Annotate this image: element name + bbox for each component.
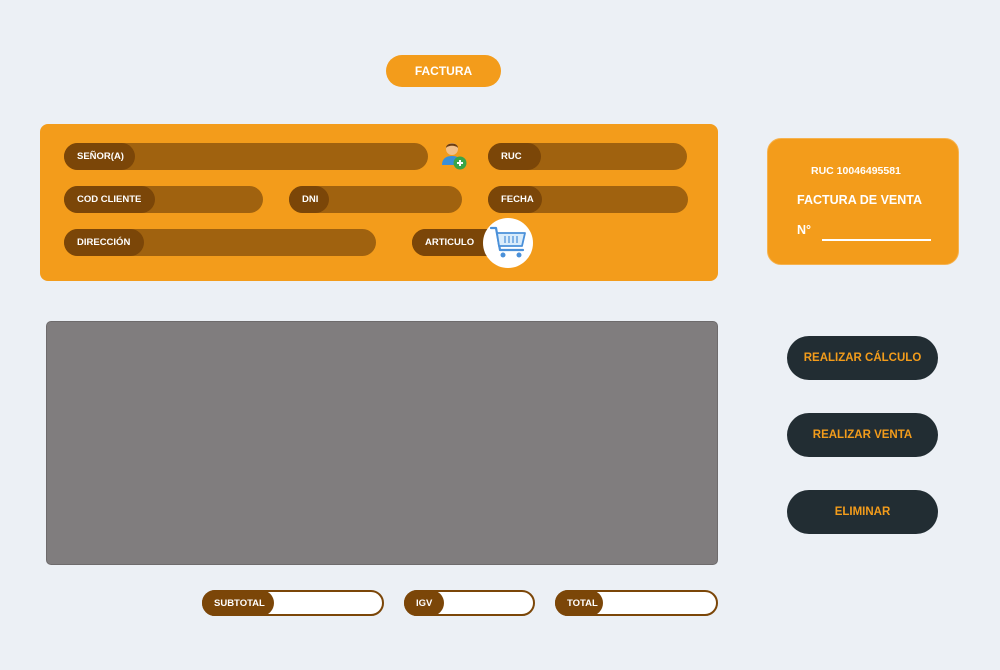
ruc-input[interactable] bbox=[543, 143, 687, 170]
invoice-type: FACTURA DE VENTA bbox=[797, 193, 922, 207]
dni-field[interactable]: DNI bbox=[289, 186, 462, 213]
subtotal-field[interactable]: SUBTOTAL bbox=[202, 590, 384, 616]
senor-field[interactable]: SEÑOR(A) bbox=[64, 143, 428, 170]
dni-input[interactable] bbox=[331, 186, 462, 213]
senor-label: SEÑOR(A) bbox=[64, 143, 135, 170]
fecha-field[interactable]: FECHA bbox=[488, 186, 688, 213]
ruc-field[interactable]: RUC bbox=[488, 143, 687, 170]
dni-label: DNI bbox=[289, 186, 329, 213]
total-input[interactable] bbox=[604, 592, 712, 614]
invoice-info-card: RUC 10046495581 FACTURA DE VENTA N° bbox=[767, 138, 959, 265]
subtotal-label: SUBTOTAL bbox=[202, 590, 274, 616]
subtotal-input[interactable] bbox=[278, 592, 378, 614]
cod-cliente-field[interactable]: COD CLIENTE bbox=[64, 186, 263, 213]
ruc-label: RUC bbox=[488, 143, 541, 170]
direccion-label: DIRECCIÓN bbox=[64, 229, 144, 256]
cod-cliente-input[interactable] bbox=[157, 186, 263, 213]
direccion-input[interactable] bbox=[146, 229, 376, 256]
add-user-icon[interactable] bbox=[438, 139, 468, 171]
client-form-panel: SEÑOR(A) RUC COD CLIENTE DNI FECHA DIREC… bbox=[40, 124, 718, 281]
page-title: FACTURA bbox=[386, 55, 501, 87]
fecha-label: FECHA bbox=[488, 186, 542, 213]
invoice-number-label: N° bbox=[797, 223, 812, 237]
shopping-cart-icon[interactable] bbox=[483, 218, 533, 268]
igv-label: IGV bbox=[404, 590, 444, 616]
total-label: TOTAL bbox=[555, 590, 603, 616]
igv-input[interactable] bbox=[447, 592, 529, 614]
senor-input[interactable] bbox=[138, 143, 428, 170]
cod-cliente-label: COD CLIENTE bbox=[64, 186, 155, 213]
calculate-button[interactable]: REALIZAR CÁLCULO bbox=[787, 336, 938, 380]
company-ruc: RUC 10046495581 bbox=[811, 165, 901, 177]
direccion-field[interactable]: DIRECCIÓN bbox=[64, 229, 376, 256]
invoice-number-line[interactable] bbox=[822, 239, 931, 241]
items-table[interactable] bbox=[46, 321, 718, 565]
igv-field[interactable]: IGV bbox=[404, 590, 535, 616]
total-field[interactable]: TOTAL bbox=[555, 590, 718, 616]
sale-button[interactable]: REALIZAR VENTA bbox=[787, 413, 938, 457]
fecha-input[interactable] bbox=[544, 186, 688, 213]
delete-button[interactable]: ELIMINAR bbox=[787, 490, 938, 534]
